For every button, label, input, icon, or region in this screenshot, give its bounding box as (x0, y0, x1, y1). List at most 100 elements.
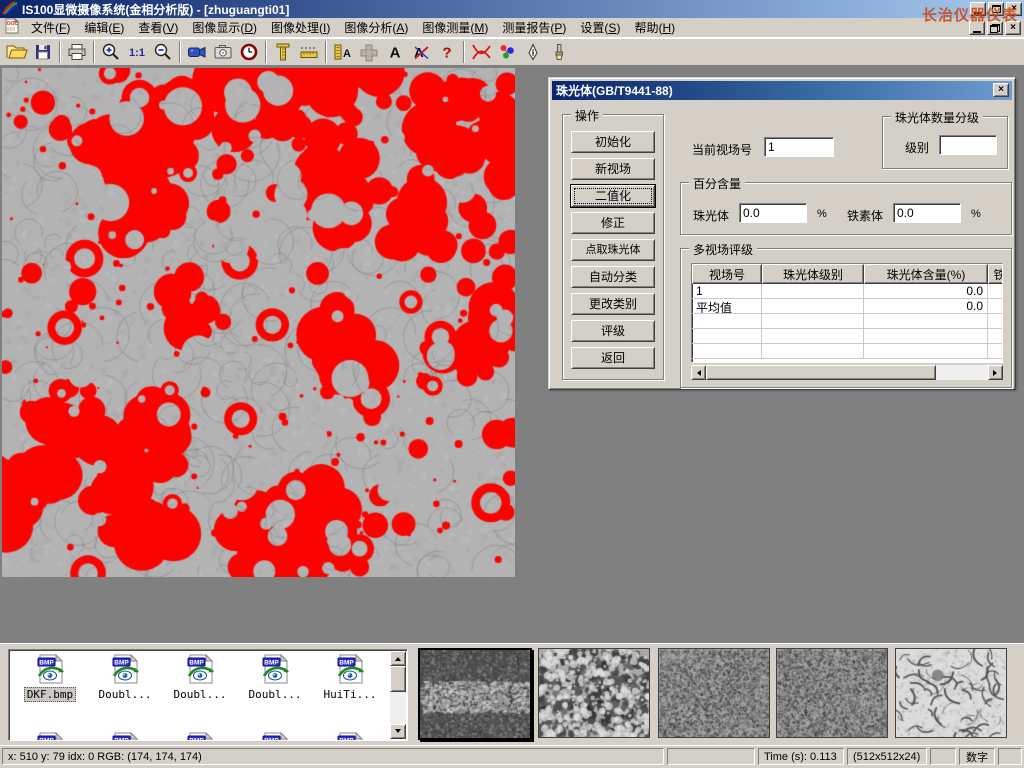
grid-cross-icon[interactable] (356, 40, 382, 64)
table-row[interactable]: 平均值0.0 (692, 299, 1003, 314)
table-cell: 1 (692, 284, 762, 299)
title-bar: IS100显微摄像系统(金相分析版) - [zhuguangti01] × (0, 0, 1024, 18)
brush-icon[interactable] (546, 40, 572, 64)
close-button[interactable]: × (1006, 2, 1022, 16)
text-icon[interactable]: A (382, 40, 408, 64)
scroll-up-icon[interactable] (390, 651, 406, 666)
image-thumbnail[interactable] (538, 648, 650, 738)
operation-button[interactable]: 点取珠光体 (571, 239, 655, 261)
table-header-cell[interactable]: 视场号 (692, 264, 762, 284)
file-item[interactable]: BMP (163, 732, 237, 741)
file-item[interactable]: BMP (313, 732, 387, 741)
operation-button[interactable]: 评级 (571, 320, 655, 342)
dialog-close-icon[interactable]: × (993, 83, 1009, 97)
file-item[interactable]: BMP Doubl... (238, 654, 312, 701)
print-icon[interactable] (64, 40, 90, 64)
actual-size-icon[interactable]: 1:1 (124, 40, 150, 64)
metallographic-image[interactable] (2, 68, 515, 577)
table-row[interactable]: 10.0 (692, 284, 1003, 299)
table-cell (988, 329, 1003, 344)
menu-item[interactable]: 图像处理(I) (264, 17, 337, 38)
file-list: BMP DKF.bmp BMP Doubl... BMP Doubl... BM… (8, 649, 408, 741)
table-cell (988, 344, 1003, 359)
zoom-out-icon[interactable] (150, 40, 176, 64)
table-row[interactable] (692, 329, 1003, 344)
file-item[interactable]: BMP (13, 732, 87, 741)
operation-button[interactable]: 新视场 (571, 158, 655, 180)
table-horizontal-scrollbar[interactable] (691, 365, 1003, 380)
menu-item[interactable]: 图像显示(D) (185, 17, 264, 38)
table-header-cell[interactable]: 珠光体级别 (762, 264, 864, 284)
file-item[interactable]: BMP Doubl... (163, 654, 237, 701)
scroll-down-icon[interactable] (390, 724, 406, 739)
image-thumbnail[interactable] (658, 648, 770, 738)
table-header-cell[interactable]: 铁素体含量(%) (988, 264, 1003, 284)
pearlite-dialog: 珠光体(GB/T9441-88) × 操作 初始化新视场二值化修正点取珠光体自动… (548, 77, 1016, 390)
table-header-cell[interactable]: 珠光体含量(%) (864, 264, 988, 284)
toolbar-separator (325, 41, 327, 63)
current-field-input[interactable] (764, 137, 834, 157)
mdi-restore-button[interactable] (987, 21, 1003, 35)
file-list-scrollbar[interactable] (390, 651, 406, 739)
save-icon[interactable] (30, 40, 56, 64)
menu-item[interactable]: 图像测量(M) (415, 17, 495, 38)
mdi-minimize-button[interactable] (969, 21, 985, 35)
document-icon: DOC (4, 18, 20, 37)
operation-button[interactable]: 返回 (571, 347, 655, 369)
measure-text-icon[interactable]: A (330, 40, 356, 64)
table-row[interactable] (692, 344, 1003, 359)
menu-item[interactable]: 查看(V) (131, 17, 185, 38)
file-item[interactable]: BMP Doubl... (88, 654, 162, 701)
file-item[interactable]: BMP (238, 732, 312, 741)
status-panel-empty (998, 748, 1022, 765)
ruler-icon[interactable] (296, 40, 322, 64)
operation-button[interactable]: 更改类别 (571, 293, 655, 315)
caliper-icon[interactable] (270, 40, 296, 64)
operation-button[interactable]: 修正 (571, 212, 655, 234)
bmp-image-file-icon: BMP (34, 732, 66, 741)
image-thumbnail[interactable] (895, 648, 1007, 738)
image-thumbnail[interactable] (418, 648, 532, 740)
curve-cut-icon[interactable] (468, 40, 494, 64)
ferrite-percent-input[interactable] (893, 203, 961, 223)
capture-camera-icon[interactable] (210, 40, 236, 64)
cursor-position-status: x: 510 y: 79 idx: 0 RGB: (174, 174, 174) (2, 748, 664, 765)
dialog-title-bar[interactable]: 珠光体(GB/T9441-88) × (552, 81, 1012, 100)
menu-item[interactable]: 帮助(H) (627, 17, 682, 38)
open-folder-icon[interactable] (4, 40, 30, 64)
menu-item[interactable]: 文件(F) (24, 17, 77, 38)
scroll-left-icon[interactable] (691, 365, 706, 380)
status-bar: x: 510 y: 79 idx: 0 RGB: (174, 174, 174)… (0, 745, 1024, 768)
operation-button[interactable]: 自动分类 (571, 266, 655, 288)
operation-button[interactable]: 初始化 (571, 131, 655, 153)
file-item[interactable]: BMP HuiTi... (313, 654, 387, 701)
svg-text:BMP: BMP (39, 738, 54, 742)
operations-group-label: 操作 (571, 107, 603, 124)
file-item[interactable]: BMP (88, 732, 162, 741)
mdi-close-button[interactable]: × (1005, 21, 1021, 35)
annotate-icon[interactable]: A (408, 40, 434, 64)
scroll-right-icon[interactable] (988, 365, 1003, 380)
clock-icon[interactable] (236, 40, 262, 64)
menu-item[interactable]: 编辑(E) (77, 17, 131, 38)
menu-item[interactable]: 设置(S) (573, 17, 627, 38)
table-row[interactable] (692, 314, 1003, 329)
phase-balls-icon[interactable] (494, 40, 520, 64)
help-icon[interactable]: ? (434, 40, 460, 64)
minimize-button[interactable] (970, 2, 986, 16)
file-name-label: Doubl... (172, 688, 229, 701)
menu-item[interactable]: 图像分析(A) (337, 17, 415, 38)
grade-input[interactable] (939, 135, 997, 155)
maximize-button[interactable] (988, 2, 1004, 16)
pen-icon[interactable] (520, 40, 546, 64)
operation-button[interactable]: 二值化 (571, 185, 655, 207)
zoom-in-icon[interactable] (98, 40, 124, 64)
video-camera-icon[interactable] (184, 40, 210, 64)
scrollbar-thumb[interactable] (706, 365, 936, 380)
image-thumbnail[interactable] (776, 648, 888, 738)
file-item[interactable]: BMP DKF.bmp (13, 654, 87, 702)
menu-item[interactable]: 测量报告(P) (495, 17, 573, 38)
pearlite-percent-input[interactable] (739, 203, 807, 223)
workspace: 珠光体(GB/T9441-88) × 操作 初始化新视场二值化修正点取珠光体自动… (0, 66, 1024, 643)
scrollbar-thumb[interactable] (390, 666, 406, 692)
